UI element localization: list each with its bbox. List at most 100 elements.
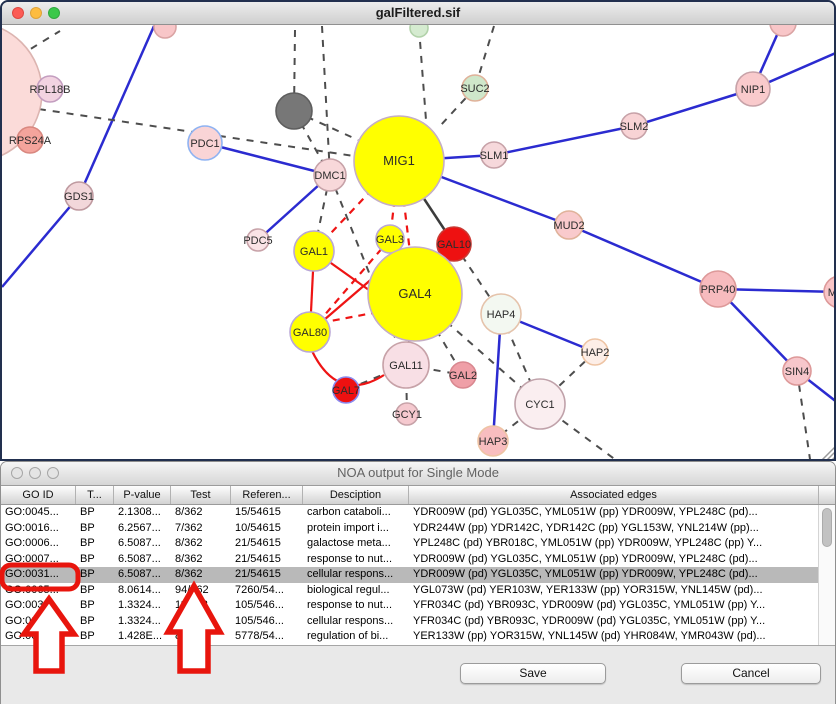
edge: [205, 143, 330, 175]
resize-grip[interactable]: [831, 457, 835, 461]
cell-type: BP: [76, 629, 114, 645]
table-row[interactable]: GO:0031...BP1.3324...11/362105/546...res…: [1, 598, 835, 614]
column-header-type[interactable]: T...: [76, 486, 114, 504]
network-window-titlebar[interactable]: galFiltered.sif: [2, 2, 834, 25]
cell-go_id: GO:0065...: [1, 583, 76, 599]
node-top-green[interactable]: [410, 25, 428, 37]
table-row[interactable]: GO:0065...BP8.0614...94/3627260/54...bio…: [1, 583, 835, 599]
vertical-scrollbar[interactable]: [818, 505, 835, 645]
table-row[interactable]: GO:0007...BP6.5087...8/36221/54615respon…: [1, 552, 835, 568]
noa-output-window: NOA output for Single Mode GO IDT...P-va…: [0, 461, 836, 704]
table-body: GO:0045...BP2.1308...8/36215/54615carbon…: [1, 505, 835, 645]
column-header-spacer: [819, 486, 836, 504]
cell-p_value: 6.5087...: [114, 567, 171, 583]
cell-description: carbon cataboli...: [303, 505, 409, 521]
node-label-HAP3: HAP3: [479, 436, 508, 448]
cell-edges: YFR034C (pd) YBR093C, YDR009W (pd) YGL03…: [409, 614, 819, 630]
cell-type: BP: [76, 505, 114, 521]
zoom-button[interactable]: [48, 7, 60, 19]
node-label-GAL4: GAL4: [398, 286, 431, 301]
node-label-MIG1: MIG1: [383, 153, 415, 168]
edge: [79, 26, 154, 196]
node-label-PRP40: PRP40: [701, 284, 736, 296]
node-label-RPS24A: RPS24A: [9, 135, 52, 147]
screen: { "network_window": { "title": "galFilte…: [0, 0, 836, 704]
close-button[interactable]: [12, 7, 24, 19]
network-canvas[interactable]: RPL18BRPS24AGDS1PDC1DMC1MIG1SUC2SLM1SLM2…: [2, 25, 836, 461]
cell-reference: 105/546...: [231, 598, 303, 614]
cell-p_value: 8.0614...: [114, 583, 171, 599]
table-row[interactable]: GO:0031...BP1.3324...11/362105/546...cel…: [1, 614, 835, 630]
cell-test: 8/362: [171, 552, 231, 568]
column-header-reference[interactable]: Referen...: [231, 486, 303, 504]
edge: [634, 89, 753, 126]
cell-go_id: GO:0031...: [1, 614, 76, 630]
node-label-RPL18B: RPL18B: [30, 84, 71, 96]
noa-window-titlebar[interactable]: NOA output for Single Mode: [1, 462, 835, 486]
edge: [2, 196, 79, 287]
cell-p_value: 2.1308...: [114, 505, 171, 521]
cell-type: BP: [76, 583, 114, 599]
node-label-GAL80: GAL80: [293, 327, 327, 339]
cell-test: 8/362: [171, 567, 231, 583]
resize-grip[interactable]: [826, 452, 835, 461]
table-row[interactable]: GO:0006...BP6.5087...8/36221/54615galact…: [1, 536, 835, 552]
table-header: GO IDT...P-valueTestReferen...Desciption…: [1, 486, 835, 505]
cell-reference: 105/546...: [231, 614, 303, 630]
cell-p_value: 1.3324...: [114, 598, 171, 614]
column-header-p_value[interactable]: P-value: [114, 486, 171, 504]
cell-type: BP: [76, 552, 114, 568]
save-button[interactable]: Save: [460, 663, 606, 684]
node-label-SLM2: SLM2: [620, 121, 649, 133]
table-row[interactable]: GO:0031...BP6.5087...8/36221/54615cellul…: [1, 567, 835, 583]
edge: [322, 26, 330, 175]
cell-p_value: 6.5087...: [114, 536, 171, 552]
cell-test: 7/362: [171, 521, 231, 537]
cell-edges: YDR244W (pp) YDR142C, YDR142C (pp) YGL15…: [409, 521, 819, 537]
node-label-GAL3: GAL3: [376, 234, 404, 246]
cell-description: galactose meta...: [303, 536, 409, 552]
node-label-GAL1: GAL1: [300, 246, 328, 258]
cell-test: 8/362: [171, 505, 231, 521]
button-panel: Save Cancel: [1, 645, 835, 704]
cell-type: BP: [76, 598, 114, 614]
network-window-title: galFiltered.sif: [2, 2, 834, 24]
node-gray-node[interactable]: [276, 93, 312, 129]
node-label-SUC2: SUC2: [460, 83, 489, 95]
cell-go_id: GO:0031...: [1, 567, 76, 583]
cell-test: 8/362: [171, 536, 231, 552]
cell-test: 94/362: [171, 583, 231, 599]
column-header-edges[interactable]: Associated edges: [409, 486, 819, 504]
column-header-go_id[interactable]: GO ID: [1, 486, 76, 504]
cell-reference: 15/54615: [231, 505, 303, 521]
minimize-button[interactable]: [29, 467, 41, 479]
cell-go_id: GO:0050...: [1, 629, 76, 645]
close-button[interactable]: [11, 467, 23, 479]
edge: [419, 28, 426, 120]
cell-description: cellular respons...: [303, 567, 409, 583]
scrollbar-thumb[interactable]: [822, 508, 832, 547]
cell-description: biological regul...: [303, 583, 409, 599]
node-label-DMC1: DMC1: [314, 170, 345, 182]
minimize-button[interactable]: [30, 7, 42, 19]
cell-description: response to nut...: [303, 598, 409, 614]
column-header-description[interactable]: Desciption: [303, 486, 409, 504]
cell-reference: 5778/54...: [231, 629, 303, 645]
table-row[interactable]: GO:0045...BP2.1308...8/36215/54615carbon…: [1, 505, 835, 521]
node-top-pink-1[interactable]: [154, 25, 176, 38]
cell-go_id: GO:0007...: [1, 552, 76, 568]
cell-reference: 10/54615: [231, 521, 303, 537]
node-label-SLM1: SLM1: [480, 150, 509, 162]
node-label-HAP4: HAP4: [487, 309, 516, 321]
table-row[interactable]: GO:0016...BP6.2567...7/36210/54615protei…: [1, 521, 835, 537]
cell-edges: YDR009W (pd) YGL035C, YML051W (pp) YDR00…: [409, 505, 819, 521]
cell-edges: YDR009W (pd) YGL035C, YML051W (pp) YDR00…: [409, 552, 819, 568]
cell-go_id: GO:0006...: [1, 536, 76, 552]
table-row[interactable]: GO:0050...BP1.428E...80/3625778/54...reg…: [1, 629, 835, 645]
zoom-button[interactable]: [47, 467, 59, 479]
column-header-test[interactable]: Test: [171, 486, 231, 504]
node-top-pink-2[interactable]: [770, 25, 796, 36]
node-label-MSN: MSN: [828, 287, 836, 299]
cancel-button[interactable]: Cancel: [681, 663, 821, 684]
cell-type: BP: [76, 614, 114, 630]
